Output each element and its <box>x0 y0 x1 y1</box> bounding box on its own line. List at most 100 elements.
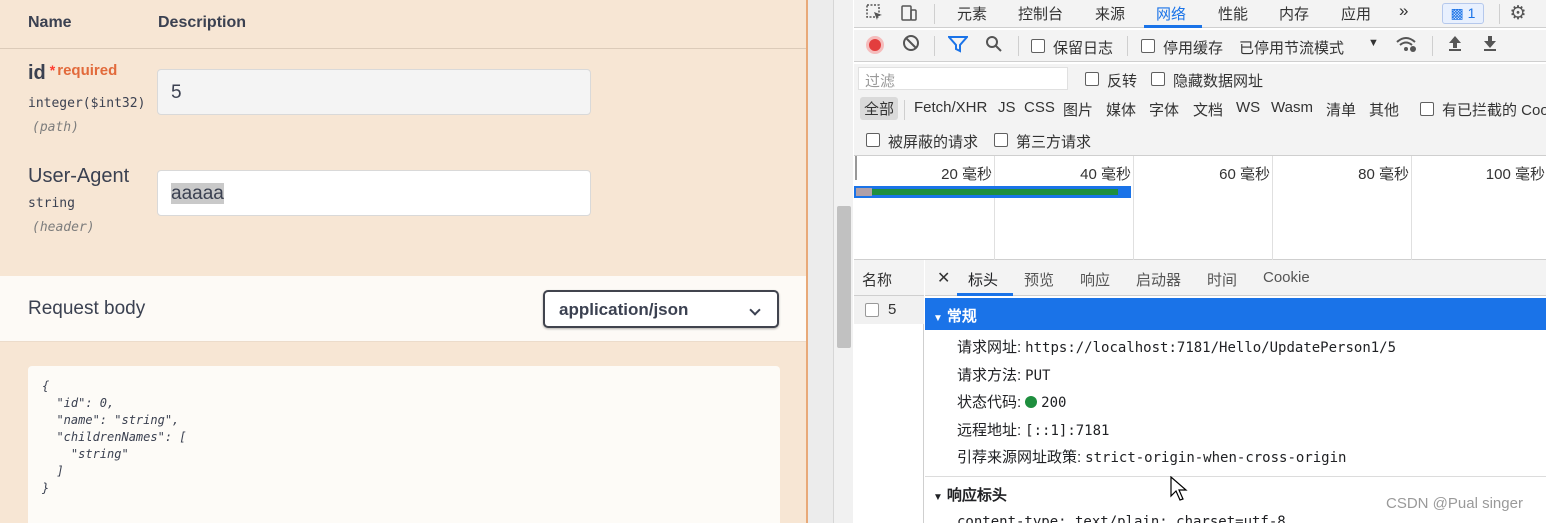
tab-performance[interactable]: 性能 <box>1218 3 1248 24</box>
disable-cache-checkbox[interactable] <box>1141 39 1155 53</box>
network-conditions-icon[interactable] <box>1395 35 1417 57</box>
request-row[interactable]: 5 <box>854 296 924 324</box>
timeline-start-marker <box>855 156 857 180</box>
timeline-label: 100 毫秒 <box>1485 166 1545 183</box>
param-id-value: 5 <box>171 82 182 103</box>
filter-input[interactable]: 过滤 <box>858 67 1068 90</box>
vertical-scrollbar[interactable] <box>833 0 853 523</box>
response-headers-title: 响应标头 <box>946 487 1007 504</box>
throttling-select[interactable]: 已停用节流模式 <box>1239 37 1344 58</box>
throttling-dropdown-icon[interactable]: ▼ <box>1368 37 1379 49</box>
type-fetch-xhr[interactable]: Fetch/XHR <box>914 99 987 116</box>
general-section-header[interactable]: ▼ 常规 <box>925 298 1546 330</box>
response-header-content-type: content-type: text/plain; charset=utf-8 <box>957 514 1286 523</box>
tab-elements[interactable]: 元素 <box>957 3 987 24</box>
type-js[interactable]: JS <box>998 99 1016 116</box>
request-detail-panel: ✕ 标头 预览 响应 启动器 时间 Cookie ▼ 常规 请求网址: https:… <box>925 260 1546 523</box>
request-method-label: 请求方法: <box>957 367 1022 384</box>
import-har-icon[interactable] <box>1444 34 1466 56</box>
network-toolbar: 保留日志 停用缓存 已停用节流模式 ▼ <box>854 30 1546 62</box>
blocked-cookies-label: 有已拦截的 Coo <box>1442 102 1546 119</box>
type-css[interactable]: CSS <box>1024 99 1055 116</box>
hide-data-urls-label: 隐藏数据网址 <box>1173 73 1264 90</box>
clear-icon[interactable] <box>900 34 922 56</box>
type-doc[interactable]: 文档 <box>1193 99 1223 120</box>
param-id-name: id * required <box>28 62 117 85</box>
search-icon[interactable] <box>983 35 1005 57</box>
tab-network[interactable]: 网络 <box>1156 3 1186 24</box>
detail-tab-bar: ✕ 标头 预览 响应 启动器 时间 Cookie <box>925 260 1546 296</box>
request-name-column: 名称 5 <box>854 260 924 523</box>
settings-gear-icon[interactable]: ⚙ <box>1507 3 1529 25</box>
close-icon[interactable]: ✕ <box>937 268 950 288</box>
type-other[interactable]: 其他 <box>1369 99 1399 120</box>
more-tabs-icon[interactable]: » <box>1399 1 1408 21</box>
tab-cookies[interactable]: Cookie <box>1263 269 1310 286</box>
blocked-requests-label: 被屏蔽的请求 <box>888 134 979 151</box>
type-ws[interactable]: WS <box>1236 99 1260 116</box>
request-body-editor[interactable]: { "id": 0, "name": "string", "childrenNa… <box>28 366 780 523</box>
invert-checkbox[interactable] <box>1085 72 1099 86</box>
blocked-requests-checkbox[interactable] <box>866 133 880 147</box>
blocked-cookies-checkbox[interactable] <box>1420 102 1434 116</box>
filter-icon[interactable] <box>946 35 970 57</box>
timeline-label: 20 毫秒 <box>941 166 992 183</box>
type-wasm[interactable]: Wasm <box>1271 99 1313 116</box>
response-headers-header[interactable]: ▼ 响应标头 <box>933 484 1007 505</box>
messages-badge[interactable]: ▩ 1 <box>1442 3 1484 24</box>
type-all[interactable]: 全部 <box>860 97 899 120</box>
section-divider <box>925 476 1546 477</box>
referrer-policy-value: strict-origin-when-cross-origin <box>1085 450 1347 466</box>
preserve-log-label: 保留日志 <box>1053 40 1114 57</box>
devtools-tab-bar: 元素 控制台 来源 网络 性能 内存 应用 » ▩ 1 ⚙ <box>854 0 1546 28</box>
param-id-input[interactable]: 5 <box>157 69 591 115</box>
param-id-location: (path) <box>32 120 79 135</box>
third-party-checkbox[interactable] <box>994 133 1008 147</box>
required-label: required <box>57 62 118 79</box>
name-column-header[interactable]: 名称 <box>854 260 924 296</box>
tab-headers[interactable]: 标头 <box>968 269 998 290</box>
timeline-label: 40 毫秒 <box>1080 166 1131 183</box>
toolbar-separator <box>934 36 935 56</box>
remote-address-label: 远程地址: <box>957 422 1022 439</box>
swagger-panel: Name Description id * required integer($in… <box>0 0 808 523</box>
record-icon[interactable] <box>866 36 884 54</box>
filter-bar: 过滤 反转 隐藏数据网址 <box>854 64 1546 94</box>
watermark: CSDN @Pual singer <box>1386 495 1523 512</box>
active-detail-tab-indicator <box>957 293 1013 296</box>
type-manifest[interactable]: 清单 <box>1326 99 1356 120</box>
tab-sources[interactable]: 来源 <box>1095 3 1125 24</box>
toolbar-separator <box>1432 36 1433 56</box>
active-tab-indicator <box>1144 25 1202 28</box>
tab-console[interactable]: 控制台 <box>1018 3 1063 24</box>
status-code-value: 200 <box>1041 395 1067 411</box>
page-gutter <box>808 0 833 523</box>
type-font[interactable]: 字体 <box>1149 99 1179 120</box>
message-icon: ▩ <box>1450 5 1464 21</box>
tab-memory[interactable]: 内存 <box>1279 3 1309 24</box>
type-media[interactable]: 媒体 <box>1106 99 1136 120</box>
scrollbar-thumb[interactable] <box>837 206 851 348</box>
preserve-log-checkbox[interactable] <box>1031 39 1045 53</box>
types-separator <box>904 100 905 120</box>
tab-application[interactable]: 应用 <box>1341 3 1371 24</box>
invert-label: 反转 <box>1107 73 1138 90</box>
inspect-element-icon[interactable] <box>864 3 886 25</box>
required-star: * <box>49 62 56 78</box>
type-img[interactable]: 图片 <box>1063 99 1093 120</box>
status-code-row: 状态代码: 200 <box>957 391 1066 412</box>
tab-response[interactable]: 响应 <box>1080 269 1110 290</box>
timeline-gridline <box>1411 156 1412 260</box>
hide-data-urls-checkbox[interactable] <box>1151 72 1165 86</box>
tab-preview[interactable]: 预览 <box>1024 269 1054 290</box>
tab-timing[interactable]: 时间 <box>1207 269 1237 290</box>
request-type-icon <box>865 303 879 317</box>
device-toolbar-icon[interactable] <box>898 3 920 25</box>
tab-initiator[interactable]: 启动器 <box>1136 269 1181 290</box>
param-user-agent-input[interactable]: aaaaa <box>157 170 591 216</box>
content-type-select[interactable]: application/json <box>543 290 779 328</box>
request-url-row: 请求网址: https://localhost:7181/Hello/Update… <box>957 336 1396 357</box>
timeline-overview[interactable]: 20 毫秒 40 毫秒 60 毫秒 80 毫秒 100 毫秒 <box>854 156 1546 260</box>
export-har-icon[interactable] <box>1479 34 1501 56</box>
timeline-label: 80 毫秒 <box>1358 166 1409 183</box>
